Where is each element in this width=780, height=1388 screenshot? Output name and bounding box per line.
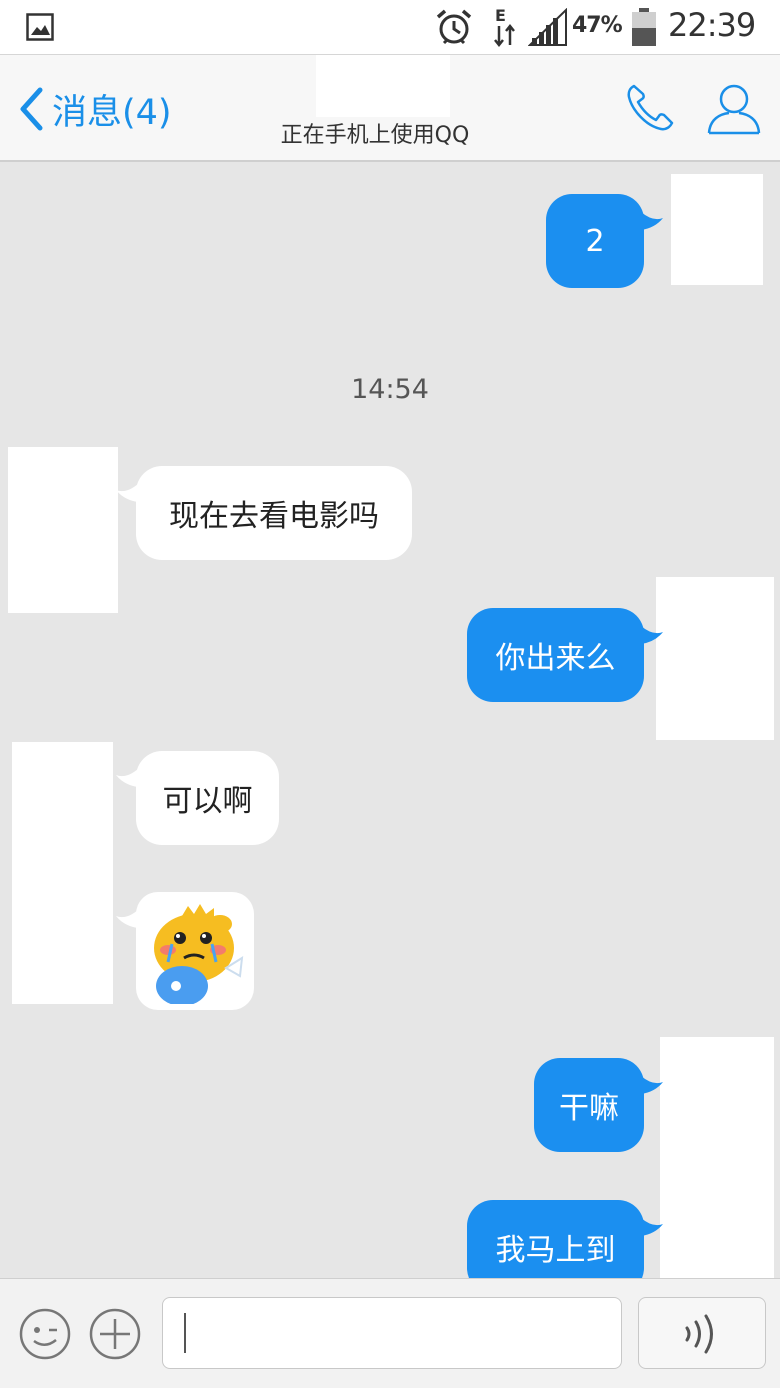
voice-button[interactable] [638,1297,766,1369]
message-text: 可以啊 [162,784,253,819]
text-caret [184,1313,186,1353]
message-text: 你出来么 [495,641,616,676]
bubble-tail [641,212,663,230]
message-text: 干嘛 [559,1091,619,1126]
network-type-label: E [495,6,506,25]
clock-time: 22:39 [668,6,756,44]
my-avatar[interactable] [660,1037,774,1278]
bubble-tail [116,484,138,502]
my-avatar[interactable] [671,174,763,285]
redacted-contact-name [316,55,450,117]
contact-avatar[interactable] [8,447,118,613]
contact-avatar[interactable] [12,742,113,1004]
sticker-message[interactable] [136,892,254,1010]
message-bubble-outgoing[interactable]: 我马上到 [467,1200,644,1278]
image-icon [26,13,54,41]
battery-percent: 47% [572,13,623,38]
bubble-tail [641,1218,663,1236]
message-text: 我马上到 [495,1233,616,1268]
bubble-tail [116,910,138,928]
voice-icon [685,1314,713,1354]
message-text: 2 [585,223,605,259]
chat-header: 消息(4) 正在手机上使用QQ [0,55,780,162]
emoji-icon[interactable] [18,1307,72,1361]
bubble-tail [641,626,663,644]
data-transfer-icon: E [494,6,515,48]
profile-icon[interactable] [704,81,764,137]
signal-icon [528,8,567,46]
bubble-tail [116,769,138,787]
message-bubble-outgoing[interactable]: 2 [546,194,644,288]
contact-status-text: 正在手机上使用QQ [280,123,470,148]
timestamp: 14:54 [351,374,429,405]
message-list[interactable]: 2 14:54 现在去看电影吗 你出来么 可以啊 干嘛 我马上到 [0,162,780,1278]
message-bubble-outgoing[interactable]: 干嘛 [534,1058,644,1152]
message-bubble-incoming[interactable]: 可以啊 [136,751,279,845]
bubble-tail [641,1076,663,1094]
message-input[interactable] [162,1297,622,1369]
message-bubble-outgoing[interactable]: 你出来么 [467,608,644,702]
phone-icon[interactable] [624,82,676,134]
message-bubble-incoming[interactable]: 现在去看电影吗 [136,466,412,560]
status-bar: E 47% 22:39 [0,0,780,55]
message-text: 现在去看电影吗 [169,499,379,534]
alarm-clock-icon [436,9,472,45]
input-bar [0,1278,780,1388]
battery-icon [632,8,656,46]
sticker-dinosaur-icon [154,904,244,1004]
plus-icon[interactable] [88,1307,142,1361]
my-avatar[interactable] [656,577,774,740]
